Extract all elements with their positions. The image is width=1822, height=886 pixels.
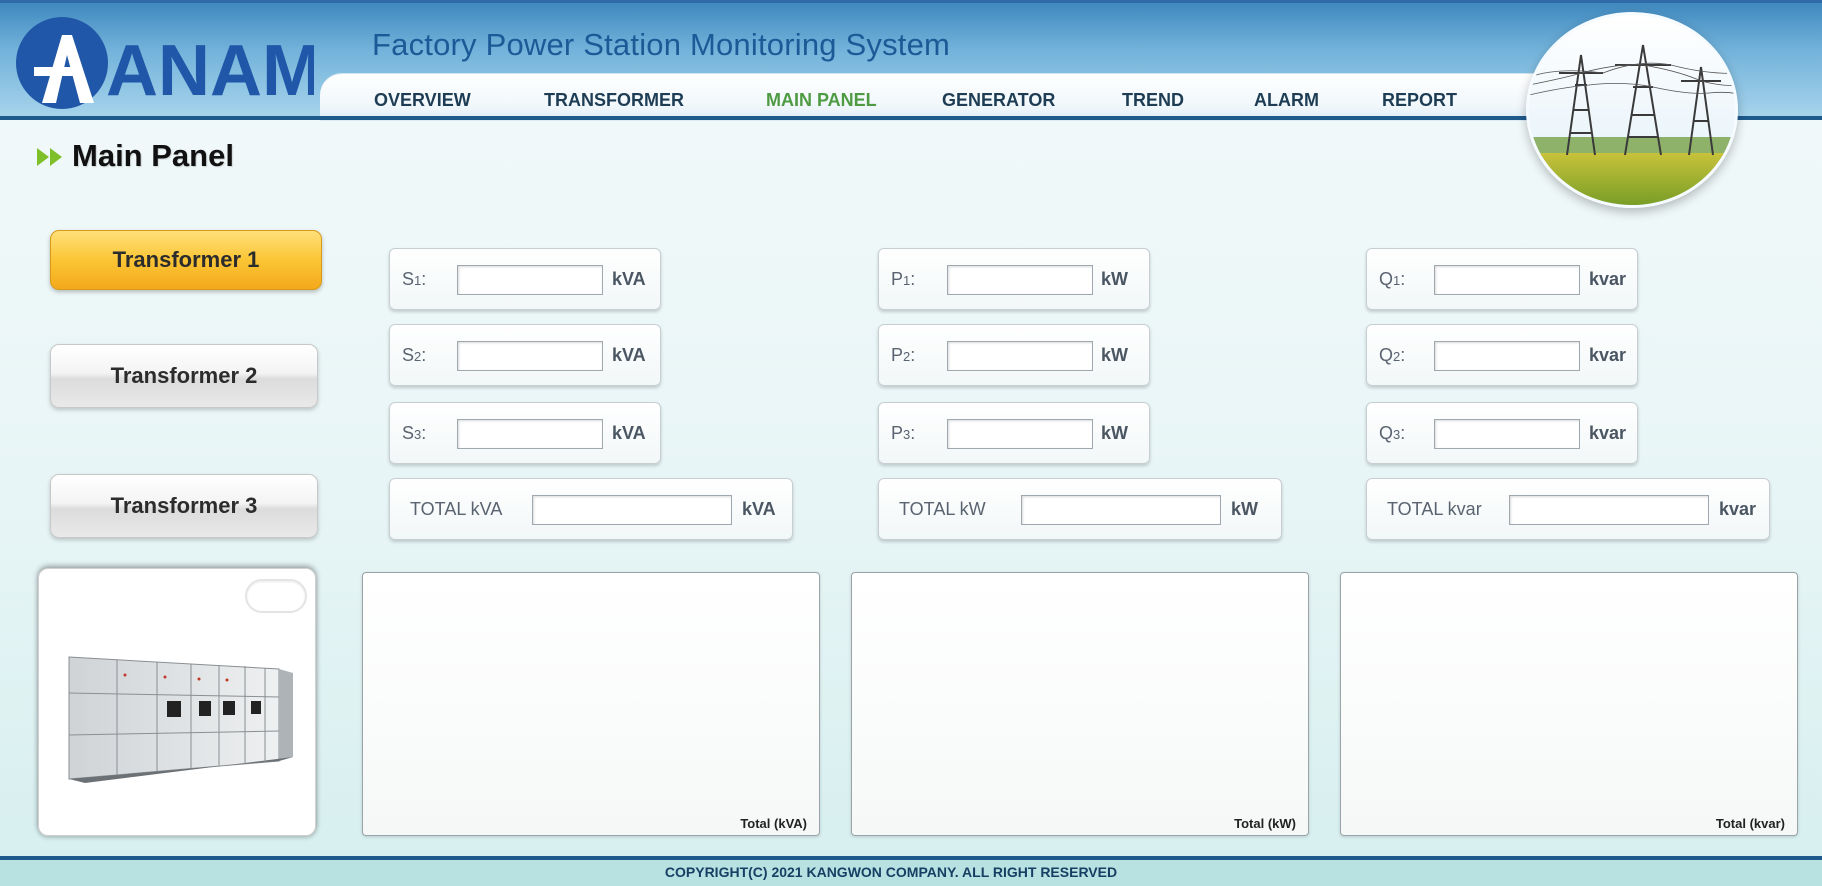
p3-label: P3:	[891, 423, 916, 443]
q2-value-field[interactable]	[1434, 341, 1580, 371]
q1-value-field[interactable]	[1434, 265, 1580, 295]
double-arrow-icon	[37, 148, 62, 166]
total-kw-label: TOTAL kW	[899, 499, 986, 519]
p1-reading: P1: kW	[878, 248, 1150, 310]
power-tower-image	[1526, 12, 1738, 208]
s2-unit: kVA	[612, 345, 646, 365]
q2-label: Q2:	[1379, 345, 1406, 365]
total-kw-chart: Total (kW)	[851, 572, 1309, 836]
q2-unit: kvar	[1589, 345, 1627, 365]
q1-reading: Q1: kvar	[1366, 248, 1638, 310]
q1-unit: kvar	[1589, 269, 1627, 289]
s1-reading: S1: kVA	[389, 248, 661, 310]
main-nav: OVERVIEW TRANSFORMER MAIN PANEL GENERATO…	[320, 73, 1550, 121]
total-kva-unit: kVA	[742, 499, 776, 519]
q3-label: Q3:	[1379, 423, 1406, 443]
total-kw-chart-label: Total (kW)	[1234, 816, 1296, 831]
p3-reading: P3: kW	[878, 402, 1150, 464]
total-kvar-unit: kvar	[1719, 499, 1757, 519]
total-kw-value-field[interactable]	[1021, 495, 1221, 525]
total-kw-unit: kW	[1231, 499, 1258, 519]
equipment-image-box	[38, 568, 316, 836]
total-kw-reading: TOTAL kW kW	[878, 478, 1282, 540]
q3-value-field[interactable]	[1434, 419, 1580, 449]
q1-label: Q1:	[1379, 269, 1406, 289]
copyright-text: COPYRIGHT(C) 2021 KANGWON COMPANY. ALL R…	[664, 864, 1118, 880]
transformer-3-button[interactable]: Transformer 3	[50, 474, 318, 538]
s2-value-field[interactable]	[457, 341, 603, 371]
transformer-1-button[interactable]: Transformer 1	[50, 230, 322, 290]
transformer-2-button[interactable]: Transformer 2	[50, 344, 318, 408]
p1-unit: kW	[1101, 269, 1128, 289]
p1-label: P1:	[891, 269, 916, 289]
app-title: Factory Power Station Monitoring System	[372, 27, 951, 62]
p2-label: P2:	[891, 345, 916, 365]
p1-value-field[interactable]	[947, 265, 1093, 295]
page-title: Main Panel	[72, 138, 234, 173]
nav-transformer[interactable]: TRANSFORMER	[544, 90, 684, 111]
nav-trend[interactable]: TREND	[1122, 90, 1184, 111]
p3-unit: kW	[1101, 423, 1128, 443]
s1-value-field[interactable]	[457, 265, 603, 295]
nav-alarm[interactable]: ALARM	[1254, 90, 1319, 111]
p3-value-field[interactable]	[947, 419, 1093, 449]
total-kvar-value-field[interactable]	[1509, 495, 1709, 525]
q3-unit: kvar	[1589, 423, 1627, 443]
q3-reading: Q3: kvar	[1366, 402, 1638, 464]
p2-unit: kW	[1101, 345, 1128, 365]
total-kvar-chart: Total (kvar)	[1340, 572, 1798, 836]
logo-text: ANAM	[106, 31, 314, 109]
p2-reading: P2: kW	[878, 324, 1150, 386]
total-kva-label: TOTAL kVA	[410, 499, 503, 519]
s3-value-field[interactable]	[457, 419, 603, 449]
footer: COPYRIGHT(C) 2021 KANGWON COMPANY. ALL R…	[0, 860, 1822, 886]
total-kvar-reading: TOTAL kvar kvar	[1366, 478, 1770, 540]
total-kvar-chart-label: Total (kvar)	[1715, 816, 1785, 831]
s2-label: S2:	[402, 345, 427, 365]
image-toggle[interactable]	[245, 579, 307, 613]
total-kva-chart-label: Total (kVA)	[740, 816, 807, 831]
s1-unit: kVA	[612, 269, 646, 289]
main-panel-cabinet-image	[68, 656, 293, 783]
nav-generator[interactable]: GENERATOR	[942, 90, 1055, 111]
total-kva-reading: TOTAL kVA kVA	[389, 478, 793, 540]
anam-logo: ANAM	[16, 17, 314, 109]
s3-reading: S3: kVA	[389, 402, 661, 464]
s3-unit: kVA	[612, 423, 646, 443]
nav-main-panel[interactable]: MAIN PANEL	[766, 90, 877, 111]
s1-label: S1:	[402, 269, 427, 289]
nav-overview[interactable]: OVERVIEW	[374, 90, 471, 111]
nav-report[interactable]: REPORT	[1382, 90, 1457, 111]
total-kva-value-field[interactable]	[532, 495, 732, 525]
total-kvar-label: TOTAL kvar	[1387, 499, 1482, 519]
q2-reading: Q2: kvar	[1366, 324, 1638, 386]
p2-value-field[interactable]	[947, 341, 1093, 371]
total-kva-chart: Total (kVA)	[362, 572, 820, 836]
s2-reading: S2: kVA	[389, 324, 661, 386]
s3-label: S3:	[402, 423, 427, 443]
